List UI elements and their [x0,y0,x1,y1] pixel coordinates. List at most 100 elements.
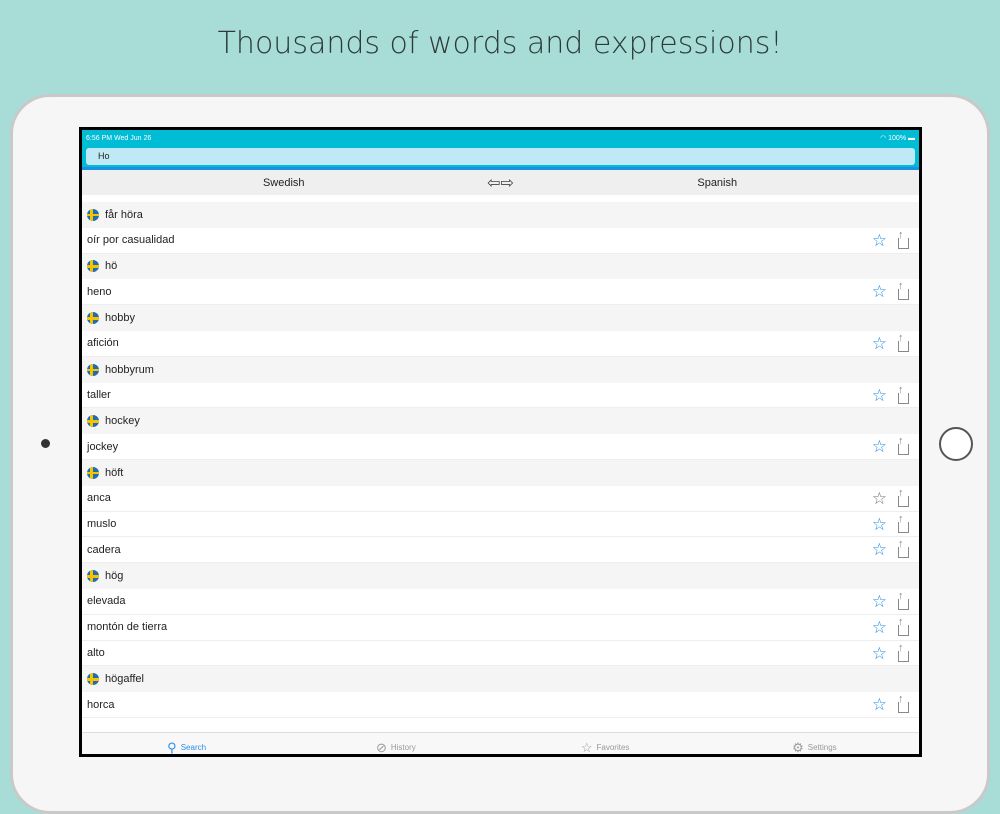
swedish-flag-icon [87,466,99,479]
swedish-flag-icon [87,260,99,273]
translation: alto [87,646,105,659]
wifi-icon: ◠ [880,135,889,142]
favorite-star-icon[interactable]: ☆ [872,541,887,558]
share-icon[interactable] [895,229,911,249]
compass-icon: ⊘ [375,739,387,755]
translation-row[interactable]: taller ☆ [82,382,919,409]
translation: montón de tierra [87,621,168,634]
share-icon[interactable] [895,332,911,352]
word-header[interactable]: högaffel [82,666,919,693]
share-icon[interactable] [895,280,911,301]
translation-row[interactable]: heno ☆ [82,279,919,306]
swedish-flag-icon [87,673,99,686]
word-header[interactable]: hobbyrum [82,356,919,383]
share-icon[interactable] [895,590,911,610]
star-icon: ☆ [580,739,593,755]
headline: Thousands of words and expressions! [217,26,783,61]
swedish-flag-icon [87,312,99,325]
translation: horca [87,698,115,711]
swedish-flag-icon [87,415,99,428]
favorite-star-icon[interactable]: ☆ [872,696,887,713]
camera [41,439,50,448]
translation-row[interactable]: montón de tierra ☆ [82,614,919,641]
favorite-star-icon[interactable]: ☆ [872,438,887,455]
word: hö [105,260,118,273]
target-language[interactable]: Spanish [516,177,920,189]
source-language[interactable]: Swedish [82,177,486,189]
translation-row[interactable]: elevada ☆ [82,588,919,615]
translation-row[interactable]: afición ☆ [82,330,919,357]
share-icon[interactable] [895,616,911,636]
language-bar: Swedish ⇦⇨ Spanish [82,170,919,195]
word: hög [105,570,124,583]
translation-row[interactable]: oír por casualidad ☆ [82,227,919,254]
tab-label: Settings [807,743,837,752]
word: höft [105,466,124,479]
tab-label: History [390,743,416,752]
translation: jockey [87,440,119,453]
translation-row[interactable]: horca ☆ [82,692,919,718]
word-header[interactable]: hockey [82,408,919,435]
swedish-flag-icon [87,208,99,221]
search-input[interactable]: Ho [86,148,915,165]
translation-row[interactable]: anca ☆ [82,485,919,512]
translation: elevada [87,595,126,608]
translation: muslo [87,517,117,530]
battery-icon: ▬ [908,135,915,142]
tab-history[interactable]: ⊘ History [291,733,500,755]
battery-text: 100% [888,135,907,142]
word-header[interactable]: får höra [82,202,919,228]
word-header[interactable]: hög [82,563,919,589]
screen: 6:56 PM Wed Jun 26 ◠ 100% ▬ Ho Swedish ⇦… [79,127,922,757]
tab-search[interactable]: ⚲ Search [82,733,291,755]
tab-bar: ⚲ Search ⊘ History ☆ Favorites ⚙ Settings [82,732,919,754]
share-icon[interactable] [895,487,911,507]
home-button [939,427,973,461]
search-icon: ⚲ [167,739,177,755]
translation-row[interactable]: muslo ☆ [82,511,919,538]
translation-row[interactable]: alto ☆ [82,640,919,667]
swedish-flag-icon [87,570,99,583]
word-header[interactable]: hobby [82,305,919,331]
favorite-star-icon[interactable]: ☆ [872,619,887,636]
swap-languages-icon[interactable]: ⇦⇨ [486,173,516,193]
tab-favorites[interactable]: ☆ Favorites [501,733,710,755]
word: hobby [105,312,135,325]
tab-label: Search [180,743,207,752]
swedish-flag-icon [87,363,99,376]
translation: cadera [87,543,121,556]
share-icon[interactable] [895,435,911,456]
favorite-star-icon[interactable]: ☆ [872,645,887,662]
gear-icon: ⚙ [792,739,804,755]
favorite-star-icon[interactable]: ☆ [872,335,887,352]
status-time: 6:56 PM Wed Jun 26 [86,134,152,142]
translation: heno [87,285,112,298]
favorite-star-icon[interactable]: ☆ [872,490,887,507]
status-bar: 6:56 PM Wed Jun 26 ◠ 100% ▬ [82,130,919,146]
share-icon[interactable] [895,384,911,404]
favorite-star-icon[interactable]: ☆ [872,283,887,300]
favorite-star-icon[interactable]: ☆ [872,516,887,533]
favorite-star-icon[interactable]: ☆ [872,593,887,610]
translation: taller [87,388,111,401]
word: högaffel [105,673,144,686]
share-icon[interactable] [895,513,911,533]
word-header[interactable]: hö [82,253,919,280]
favorite-star-icon[interactable]: ☆ [872,387,887,404]
translation-row[interactable]: jockey ☆ [82,434,919,460]
tab-settings[interactable]: ⚙ Settings [710,733,919,755]
share-icon[interactable] [895,538,911,559]
translation-row[interactable]: cadera ☆ [82,537,919,564]
word-header[interactable]: höft [82,459,919,486]
tab-label: Favorites [596,743,630,752]
translation: oír por casualidad [87,234,175,247]
favorite-star-icon[interactable]: ☆ [872,232,887,249]
results-list: får höra oír por casualidad ☆ hö heno ☆ hobby a… [82,202,919,718]
share-icon[interactable] [895,642,911,662]
translation: afición [87,337,119,350]
word: hobbyrum [105,363,154,376]
translation: anca [87,492,111,505]
share-icon[interactable] [895,693,911,714]
word: får höra [105,208,143,221]
word: hockey [105,415,140,428]
